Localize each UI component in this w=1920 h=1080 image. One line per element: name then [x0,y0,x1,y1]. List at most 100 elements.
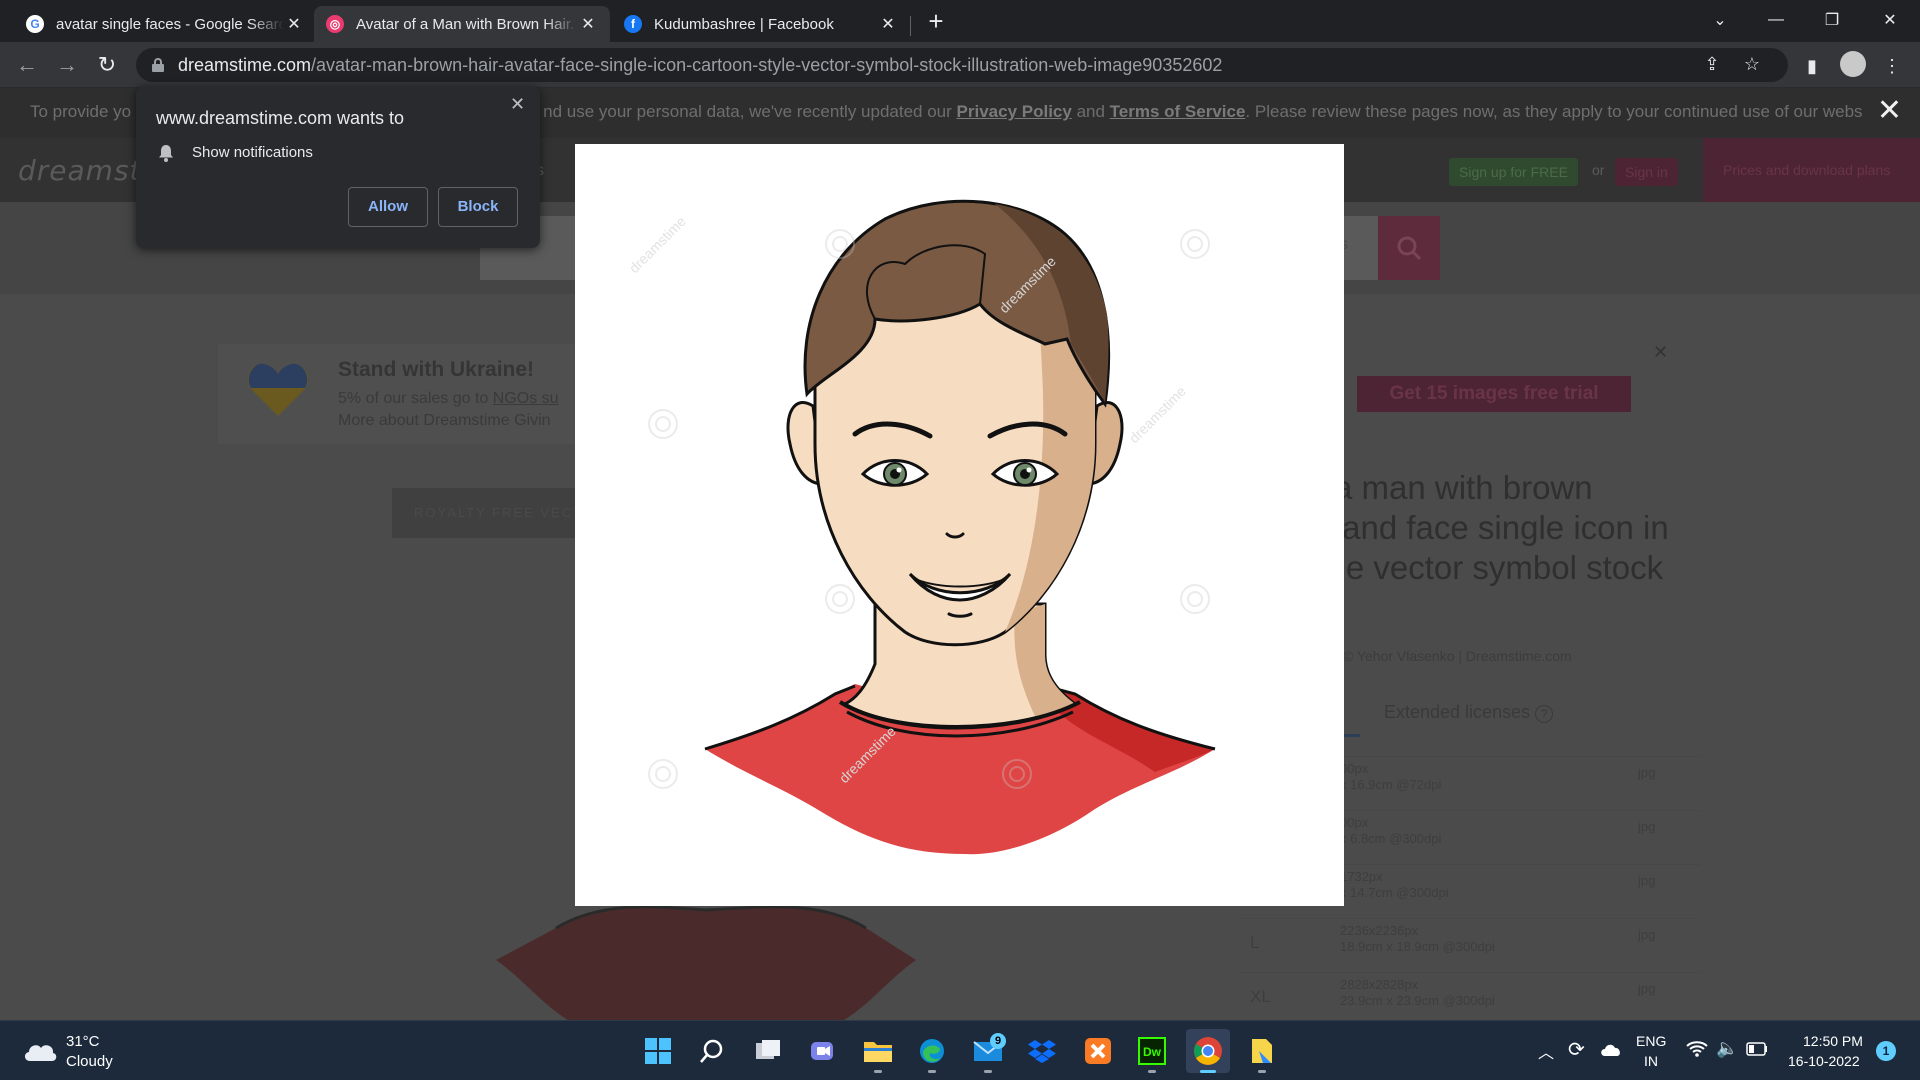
tab-facebook[interactable]: f Kudumbashree | Facebook ✕ [612,6,910,42]
close-tab-icon[interactable]: ✕ [578,14,598,34]
reload-icon[interactable]: ↻ [92,50,122,80]
sync-icon[interactable]: ⟳ [1568,1037,1585,1062]
tab-search-icon[interactable]: ⌄ [1692,0,1748,40]
new-tab-button[interactable]: + [922,8,950,36]
region-code[interactable]: IN [1644,1053,1658,1069]
or-label: or [1592,162,1605,178]
running-indicator [984,1070,992,1073]
size-row[interactable]: L 2236x2236px 18.9cm x 18.9cm @300dpi jpg [1240,918,1700,972]
lock-icon[interactable] [152,58,164,72]
prompt-title: www.dreamstime.com wants to [156,108,405,128]
promo-close-icon[interactable]: ✕ [1653,342,1668,363]
tab-title: Avatar of a Man with Brown Hair. Avatar … [356,15,578,33]
menu-kebab-icon[interactable]: ⋮ [1878,52,1906,80]
cookie-close-icon[interactable]: ✕ [1877,96,1902,126]
teams-chat-button[interactable] [800,1029,844,1073]
running-indicator [1258,1070,1266,1073]
onedrive-icon[interactable] [1600,1041,1622,1057]
privacy-policy-link[interactable]: Privacy Policy [957,102,1072,121]
ukraine-line-1: 5% of our sales go to NGOs su [338,390,559,407]
tab-dreamstime[interactable]: ◎ Avatar of a Man with Brown Hair. Avata… [314,6,610,42]
dreamweaver-button[interactable]: Dw [1130,1029,1174,1073]
close-tab-icon[interactable]: ✕ [878,14,898,34]
chrome-icon [1194,1037,1222,1065]
start-button[interactable] [636,1029,680,1073]
edge-button[interactable] [910,1029,954,1073]
weather-temperature[interactable]: 31°C [66,1033,100,1050]
ukraine-heart-icon [248,363,308,416]
dreamstime-icon: ◎ [326,15,344,33]
royalty-free-label: ROYALTY FREE VECTO [392,488,592,538]
restore-icon[interactable]: ❐ [1804,0,1860,40]
ukraine-title: Stand with Ukraine! [338,358,535,381]
file-explorer-button[interactable] [856,1029,900,1073]
running-indicator [1148,1070,1156,1073]
extended-licenses-tab[interactable]: Extended licenses ? [1384,702,1554,723]
task-view-button[interactable] [746,1029,790,1073]
help-icon: ? [1535,705,1554,723]
bell-icon [159,145,173,162]
ukraine-line-2[interactable]: More about Dreamstime Givin [338,412,551,430]
prompt-permission: Show notifications [192,144,313,161]
notification-permission-prompt: www.dreamstime.com wants to ✕ Show notif… [136,86,540,248]
language-code[interactable]: ENG [1636,1033,1666,1049]
search-icon [700,1039,723,1063]
teams-chat-icon [811,1042,833,1060]
profile-avatar[interactable] [1840,51,1866,77]
mail-button[interactable]: 9 [966,1029,1010,1073]
share-icon[interactable]: ⇪ [1700,54,1724,76]
signup-button[interactable]: Sign up for FREE [1449,158,1578,186]
signin-button[interactable]: Sign in [1615,158,1678,186]
google-icon: G [26,15,44,33]
clock-date[interactable]: 16-10-2022 [1788,1053,1860,1069]
cloudy-weather-icon[interactable] [22,1037,58,1063]
image-lightbox[interactable]: dreamstime dreamstime dreamstime dreamst… [575,144,1344,906]
back-icon[interactable]: ← [12,50,42,80]
cookie-text: nd use your personal data, we've recentl… [543,102,957,121]
image-credit: © Yehor Vlasenko | Dreamstime.com [1343,648,1572,664]
size-row[interactable]: XL 2828x2828px 23.9cm x 23.9cm @300dpi jpg [1240,972,1700,1020]
terms-link[interactable]: Terms of Service [1110,102,1246,121]
prices-button[interactable]: Prices and download plans [1703,138,1920,202]
notepad-button[interactable] [1240,1029,1284,1073]
volume-icon[interactable]: 🔈 [1716,1038,1738,1059]
background-avatar-preview [496,905,916,1020]
dropbox-button[interactable] [1020,1029,1064,1073]
allow-button[interactable]: Allow [348,187,428,227]
url-text[interactable]: dreamstime.com/avatar-man-brown-hair-ava… [178,55,1222,76]
chrome-button[interactable] [1186,1029,1230,1073]
notification-center-badge[interactable]: 1 [1876,1041,1896,1061]
tab-google-search[interactable]: G avatar single faces - Google Search ✕ [14,6,316,42]
address-bar[interactable]: dreamstime.com/avatar-man-brown-hair-ava… [136,48,1788,82]
svg-text:Dw: Dw [1143,1045,1162,1059]
search-icon [1397,236,1422,261]
wifi-icon[interactable] [1686,1040,1708,1058]
side-panel-icon[interactable]: ▮ [1798,52,1826,80]
watermark-text: dreamstime [626,213,689,276]
close-tab-icon[interactable]: ✕ [284,14,304,34]
xampp-button[interactable] [1076,1029,1120,1073]
ukraine-banner: Stand with Ukraine! 5% of our sales go t… [218,344,578,444]
minimize-icon[interactable]: — [1748,0,1804,40]
tab-separator [910,16,911,36]
weather-description[interactable]: Cloudy [66,1053,113,1070]
battery-icon[interactable] [1746,1042,1768,1056]
windows-taskbar: 31°C Cloudy 9 Dw ︿ ⟳ ENG IN 🔈 12:50 PM 1… [0,1020,1920,1080]
cookie-text: To provide yo [30,102,132,121]
bookmark-star-icon[interactable]: ☆ [1740,54,1764,76]
show-hidden-icons-icon[interactable]: ︿ [1538,1039,1554,1063]
tab-title: avatar single faces - Google Search [56,15,284,33]
dreamweaver-icon: Dw [1138,1037,1166,1065]
prompt-close-icon[interactable]: ✕ [510,94,525,115]
browser-toolbar: ← → ↻ dreamstime.com/avatar-man-brown-ha… [0,42,1920,88]
close-window-icon[interactable]: ✕ [1862,0,1918,40]
free-trial-button[interactable]: Get 15 images free trial [1357,376,1631,412]
forward-icon[interactable]: → [52,50,82,80]
block-button[interactable]: Block [438,187,518,227]
site-search-button[interactable] [1378,216,1440,280]
clock-time[interactable]: 12:50 PM [1803,1033,1863,1049]
watermark-text: dreamstime [1126,383,1189,446]
notepad-icon [1252,1039,1272,1063]
ngos-link[interactable]: NGOs su [493,390,559,407]
taskbar-search-button[interactable] [690,1029,734,1073]
